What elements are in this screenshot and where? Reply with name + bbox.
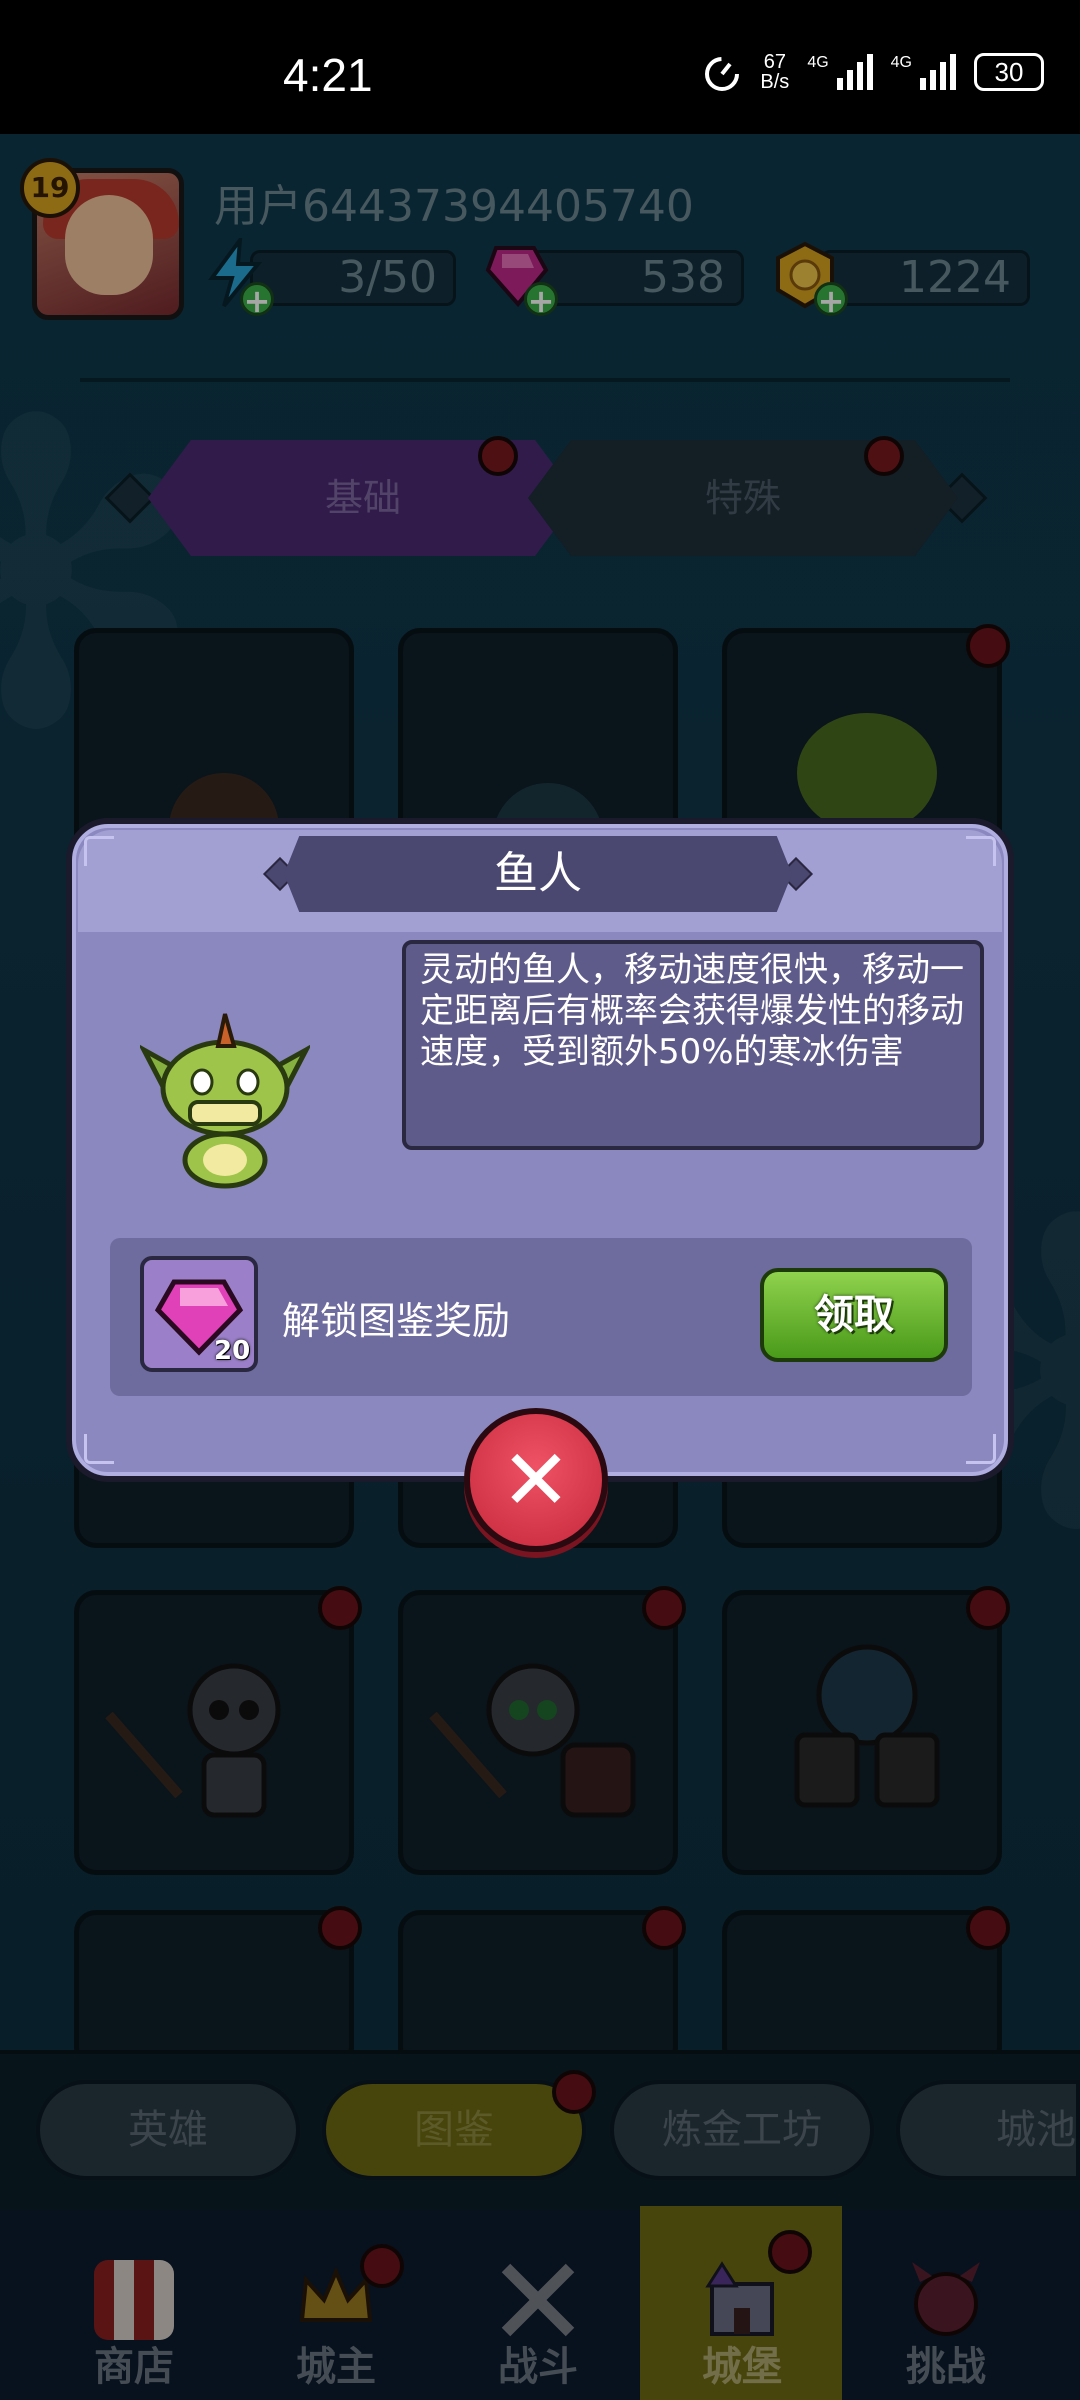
claim-button[interactable]: 领取: [760, 1268, 948, 1362]
status-bar: 4:21 67 B/s 4G 4G 30: [0, 0, 1080, 134]
speed-gauge-icon: [705, 57, 740, 91]
signal-label: 4G: [890, 54, 912, 71]
monster-description: 灵动的鱼人，移动速度很快，移动一定距离后有概率会获得爆发性的移动速度，受到额外5…: [402, 940, 984, 1150]
corner-ornament: [966, 1434, 996, 1464]
signal-label: 4G: [807, 54, 829, 71]
signal-icon: 4G: [891, 54, 956, 90]
reward-label: 解锁图鉴奖励: [282, 1299, 511, 1343]
dialog-title: 鱼人: [494, 848, 582, 899]
net-speed-unit: B/s: [760, 71, 790, 93]
fishman-icon: [140, 1013, 310, 1189]
signal-icon: 4G: [807, 54, 873, 90]
close-button[interactable]: ✕: [464, 1408, 608, 1552]
battery-icon: 30: [974, 53, 1044, 91]
status-time: 4:21: [283, 49, 373, 101]
reward-count: 20: [214, 1336, 251, 1366]
close-icon: ✕: [500, 1431, 572, 1529]
corner-ornament: [84, 1434, 114, 1464]
corner-ornament: [966, 836, 996, 866]
net-speed: 67 B/s: [760, 52, 789, 92]
net-speed-value: 67: [763, 51, 786, 73]
status-icons: 67 B/s 4G 4G 30: [702, 52, 1044, 92]
corner-ornament: [84, 836, 114, 866]
